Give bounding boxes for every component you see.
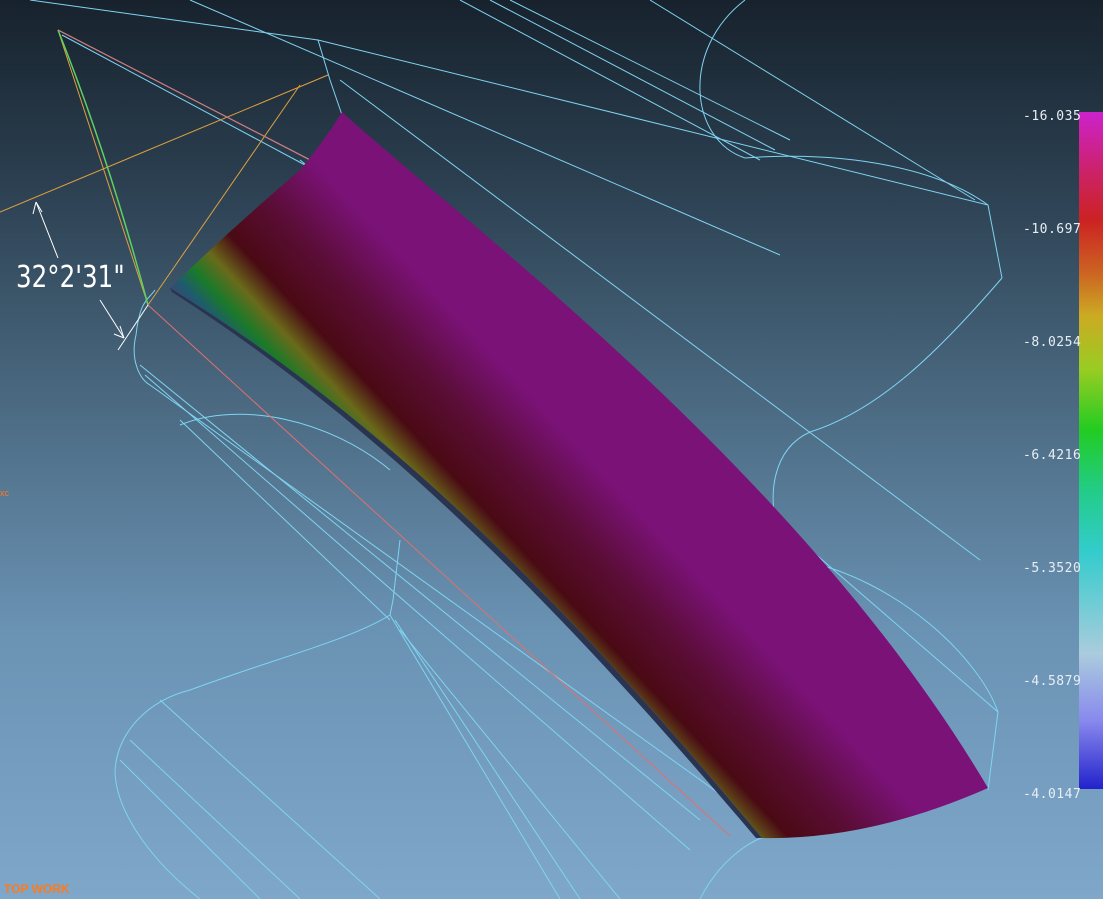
graphics-viewport[interactable]: 32°2'31" -16.035 -10.697 -8.0254 -6.4216… (0, 0, 1103, 899)
deviation-surface[interactable] (170, 112, 988, 839)
legend-label-6: -4.5879 (1023, 674, 1082, 689)
legend-label-2: -10.697 (1023, 222, 1082, 237)
legend-label-5: -5.3520 (1023, 561, 1082, 576)
legend-label-min: -4.0147 (1023, 787, 1082, 802)
axis-triad-label: xc (0, 488, 9, 498)
legend-label-4: -6.4216 (1023, 448, 1082, 463)
angle-dimension-label[interactable]: 32°2'31" (16, 260, 125, 295)
legend-label-max: -16.035 (1023, 109, 1082, 124)
cad-scene[interactable] (0, 0, 1103, 899)
legend-label-3: -8.0254 (1023, 335, 1082, 350)
color-legend-bar (1079, 112, 1103, 789)
view-name-label: TOP WORK (4, 882, 70, 896)
